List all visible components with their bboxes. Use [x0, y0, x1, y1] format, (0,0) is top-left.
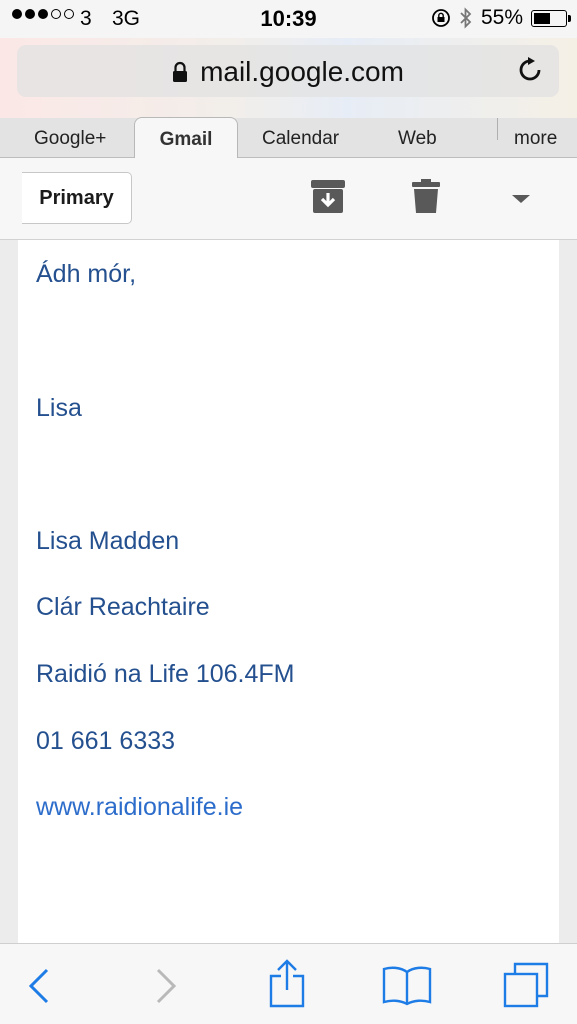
tabs-icon[interactable]: [503, 962, 549, 1008]
tab-more[interactable]: more: [514, 128, 557, 150]
dropdown-icon[interactable]: [511, 194, 531, 204]
battery-icon: [531, 9, 571, 27]
closing-line: Ádh mór,: [36, 260, 137, 288]
bookmarks-icon[interactable]: [382, 964, 432, 1006]
browser-bottom-toolbar: [0, 943, 577, 1024]
back-arrow-icon[interactable]: [27, 967, 51, 1005]
signature-title: Clár Reachtaire: [36, 593, 210, 621]
lock-icon: [173, 61, 188, 82]
signature-phone[interactable]: 01 661 6333: [36, 727, 175, 756]
reload-icon[interactable]: [517, 56, 545, 86]
address-bar[interactable]: mail.google.com: [17, 45, 559, 97]
url-text: mail.google.com: [200, 56, 404, 87]
tab-divider: [497, 118, 498, 140]
archive-icon[interactable]: [310, 179, 346, 215]
browser-address-area: mail.google.com: [0, 38, 577, 118]
rotation-lock-icon: [432, 9, 450, 27]
status-bar: 3 3G 10:39 55%: [0, 0, 577, 38]
trash-icon[interactable]: [412, 178, 440, 214]
tab-web[interactable]: Web: [398, 128, 437, 150]
email-body: Ádh mór, Lisa Lisa Madden Clár Reachtair…: [18, 240, 559, 943]
forward-arrow-icon[interactable]: [154, 967, 178, 1005]
battery-percent: 55%: [480, 6, 523, 29]
signature-organization: Raidió na Life 106.4FM: [36, 660, 295, 688]
tab-gmail[interactable]: Gmail: [134, 117, 238, 158]
tab-calendar[interactable]: Calendar: [262, 128, 339, 150]
signature-full-name: Lisa Madden: [36, 527, 180, 555]
google-apps-tabs: Google+ Gmail Calendar Web more: [0, 117, 577, 158]
signature-first-name: Lisa: [36, 394, 82, 422]
back-to-primary-button[interactable]: Primary: [22, 172, 132, 224]
bluetooth-icon: [460, 7, 472, 29]
share-icon[interactable]: [268, 958, 306, 1008]
tab-google-plus[interactable]: Google+: [34, 128, 106, 150]
gmail-toolbar: Primary: [0, 158, 577, 240]
signature-website-link[interactable]: www.raidionalife.ie: [36, 793, 243, 822]
